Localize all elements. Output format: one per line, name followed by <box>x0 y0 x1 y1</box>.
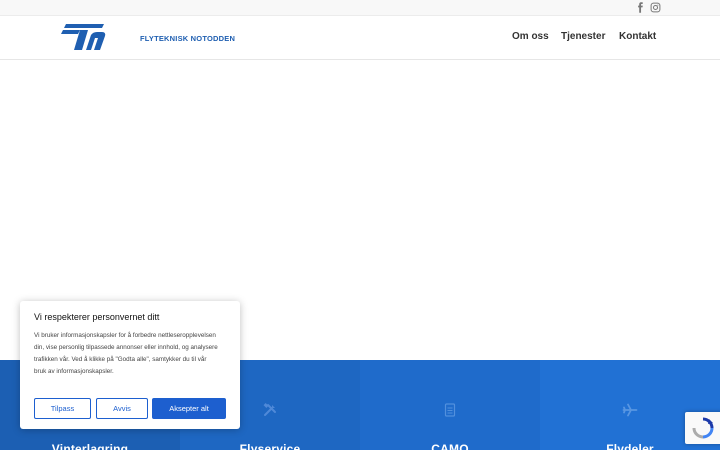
service-title: Flyservice <box>239 442 301 450</box>
cookie-title: Vi respekterer personvernet ditt <box>34 312 160 322</box>
top-bar <box>0 0 720 16</box>
site-header: FLYTEKNISK NOTODDEN Om oss Tjenester Kon… <box>0 16 720 60</box>
service-title: CAMO <box>431 442 469 450</box>
recaptcha-badge[interactable] <box>685 412 720 444</box>
facebook-link[interactable] <box>635 2 646 13</box>
recaptcha-icon <box>692 417 714 439</box>
cookie-customize-button[interactable]: Tilpass <box>34 398 91 419</box>
nav-tjenester[interactable]: Tjenester <box>561 31 605 42</box>
service-tile-camo[interactable]: CAMO <box>360 360 540 450</box>
facebook-icon <box>638 2 643 13</box>
service-title: Vinterlagring <box>51 442 129 450</box>
instagram-icon <box>650 2 661 13</box>
site-logo[interactable]: FLYTEKNISK NOTODDEN <box>60 24 235 52</box>
airplane-icon <box>622 402 638 418</box>
cookie-reject-button[interactable]: Avvis <box>96 398 148 419</box>
nav-kontakt[interactable]: Kontakt <box>619 31 656 42</box>
instagram-link[interactable] <box>650 2 661 13</box>
nav-om-oss[interactable]: Om oss <box>512 31 549 42</box>
cookie-accept-button[interactable]: Aksepter alt <box>152 398 226 419</box>
tools-icon <box>262 402 278 418</box>
document-icon <box>442 402 458 418</box>
cookie-consent-dialog: Vi respekterer personvernet ditt Vi bruk… <box>20 301 240 429</box>
company-logo-icon <box>61 24 106 50</box>
cookie-body: Vi bruker informasjonskapsler for å forb… <box>34 332 218 375</box>
logo-text: FLYTEKNISK NOTODDEN <box>140 34 236 43</box>
